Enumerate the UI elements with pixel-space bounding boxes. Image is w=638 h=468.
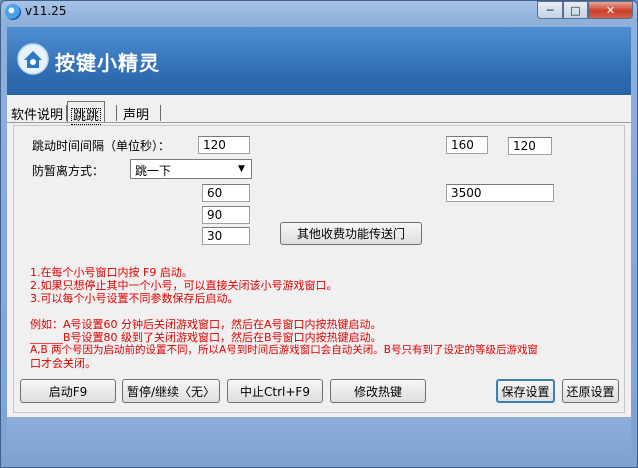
close-button[interactable]: ✕ <box>588 1 633 19</box>
tab-divider <box>116 105 117 121</box>
mode-label: 防暂离方式： <box>32 164 105 178</box>
banner: 按键小精灵 <box>7 27 631 95</box>
restore-settings-button[interactable]: 还原设置 <box>562 379 619 403</box>
value-input-160[interactable]: 160 <box>446 136 488 154</box>
maximize-button[interactable]: □ <box>563 1 588 19</box>
interval-label: 跳动时间间隔（单位秒）： <box>32 139 171 153</box>
value-input-120[interactable]: 120 <box>508 137 552 155</box>
mode-select-value: 跳一下 <box>135 164 172 178</box>
app-window: v11.25 ─ □ ✕ 按键小精灵 软件说明 跳跳 声明 跳动时间间隔（单位秒… <box>0 0 638 468</box>
window-title: v11.25 <box>25 4 67 18</box>
note-line-2: 2.如果只想停止其中一个小号，可以直接关闭该小号游戏窗口。 <box>30 279 338 292</box>
tab-software-info[interactable]: 软件说明 <box>7 101 67 123</box>
app-icon <box>5 4 21 20</box>
note-line-1: 1.在每个小号窗口内按 F9 启动。 <box>30 266 193 279</box>
tab-panel-jump: 跳动时间间隔（单位秒）： 120 160 120 防暂离方式： 跳一下 ▼ 60… <box>13 125 625 413</box>
logo-icon <box>17 43 49 75</box>
example-line-3: A,B 两个号因为启动前的设置不同，所以A号到时间后游戏窗口会自动关闭。B号只有… <box>30 344 538 356</box>
pause-resume-button[interactable]: 暂停/继续〈无〉 <box>122 379 220 403</box>
minimize-button[interactable]: ─ <box>537 1 563 19</box>
interval-input[interactable]: 120 <box>198 136 250 154</box>
app-name: 按键小精灵 <box>55 51 160 75</box>
title-bar[interactable]: v11.25 ─ □ ✕ <box>1 1 637 23</box>
tab-underline <box>7 122 631 123</box>
save-settings-button[interactable]: 保存设置 <box>496 379 555 403</box>
stop-button[interactable]: 中止Ctrl+F9 <box>227 379 323 403</box>
note-line-3: 3.可以每个小号设置不同参数保存后启动。 <box>30 292 239 305</box>
value-input-30[interactable]: 30 <box>202 227 250 245</box>
tab-statement[interactable]: 声明 <box>119 101 153 123</box>
chevron-down-icon: ▼ <box>238 164 245 174</box>
client-area: 软件说明 跳跳 声明 跳动时间间隔（单位秒）： 120 160 120 防暂离方… <box>7 95 631 417</box>
example-line-4: 口才会关闭。 <box>30 357 96 370</box>
bottom-frame <box>7 417 631 463</box>
example-line-1: 例如：A号设置60 分钟后关闭游戏窗口，然后在A号窗口内按热键启动。 <box>30 318 382 331</box>
value-input-60[interactable]: 60 <box>202 184 250 202</box>
value-input-90[interactable]: 90 <box>202 206 250 224</box>
other-features-button[interactable]: 其他收费功能传送门 <box>280 222 422 245</box>
tab-bar: 软件说明 跳跳 声明 <box>7 101 631 125</box>
start-button[interactable]: 启动F9 <box>20 379 116 403</box>
mode-select[interactable]: 跳一下 ▼ <box>130 159 252 179</box>
value-input-3500[interactable]: 3500 <box>446 184 554 202</box>
tab-jump[interactable]: 跳跳 <box>67 101 106 125</box>
tab-divider <box>160 105 161 121</box>
example-line-2: ______B号设置80 级到了关闭游戏窗口，然后在B号窗口内按热键启动。 <box>30 331 382 344</box>
modify-hotkey-button[interactable]: 修改热键 <box>330 379 426 403</box>
